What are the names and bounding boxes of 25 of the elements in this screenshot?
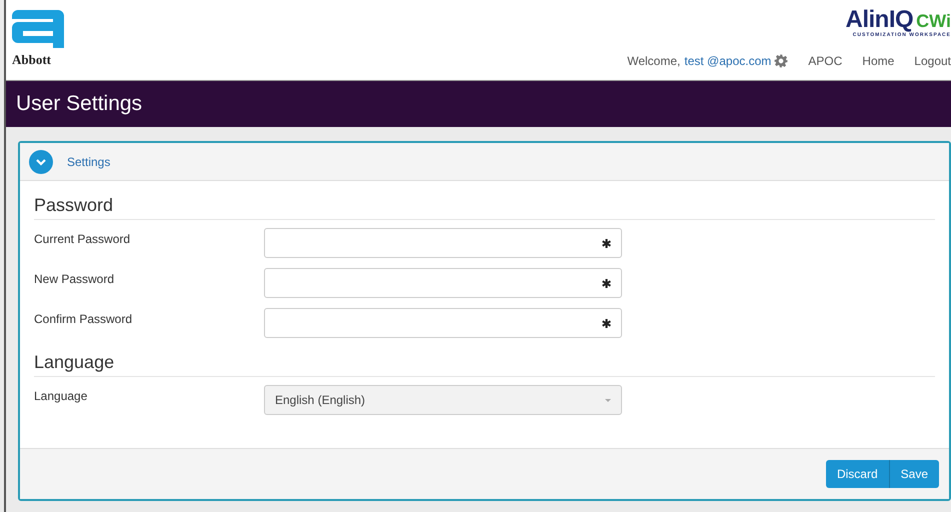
- nav-link[interactable]: Home: [862, 54, 894, 68]
- collapse-toggle[interactable]: [29, 150, 53, 174]
- section-heading: Language: [34, 352, 935, 377]
- logo-icon: [12, 10, 64, 48]
- section-heading: Password: [34, 195, 935, 220]
- user-link[interactable]: test @apoc.com: [684, 54, 772, 68]
- language-dropdown[interactable]: English (English): [264, 385, 622, 415]
- nav-link[interactable]: Logout: [914, 54, 951, 68]
- settings-icon[interactable]: [774, 54, 788, 68]
- field-label: New Password: [34, 271, 116, 286]
- chevron-down-icon: [36, 158, 46, 166]
- brand-name: AlinIQ: [845, 8, 914, 32]
- field-label: Current Password: [34, 231, 132, 246]
- page-title: User Settings: [16, 92, 142, 116]
- field-label: Language: [34, 388, 88, 403]
- field-label: Confirm Password: [34, 311, 134, 326]
- logo-text: Abbott: [12, 52, 52, 68]
- caret-icon: [605, 398, 611, 402]
- panel-title: Settings: [67, 154, 110, 168]
- password-field[interactable]: [264, 228, 622, 258]
- password-field[interactable]: [264, 308, 622, 338]
- nav-link[interactable]: APOC: [808, 54, 842, 68]
- password-field[interactable]: [264, 268, 622, 298]
- brand-suffix: CWi: [916, 12, 951, 30]
- welcome-text: Welcome,: [627, 54, 680, 68]
